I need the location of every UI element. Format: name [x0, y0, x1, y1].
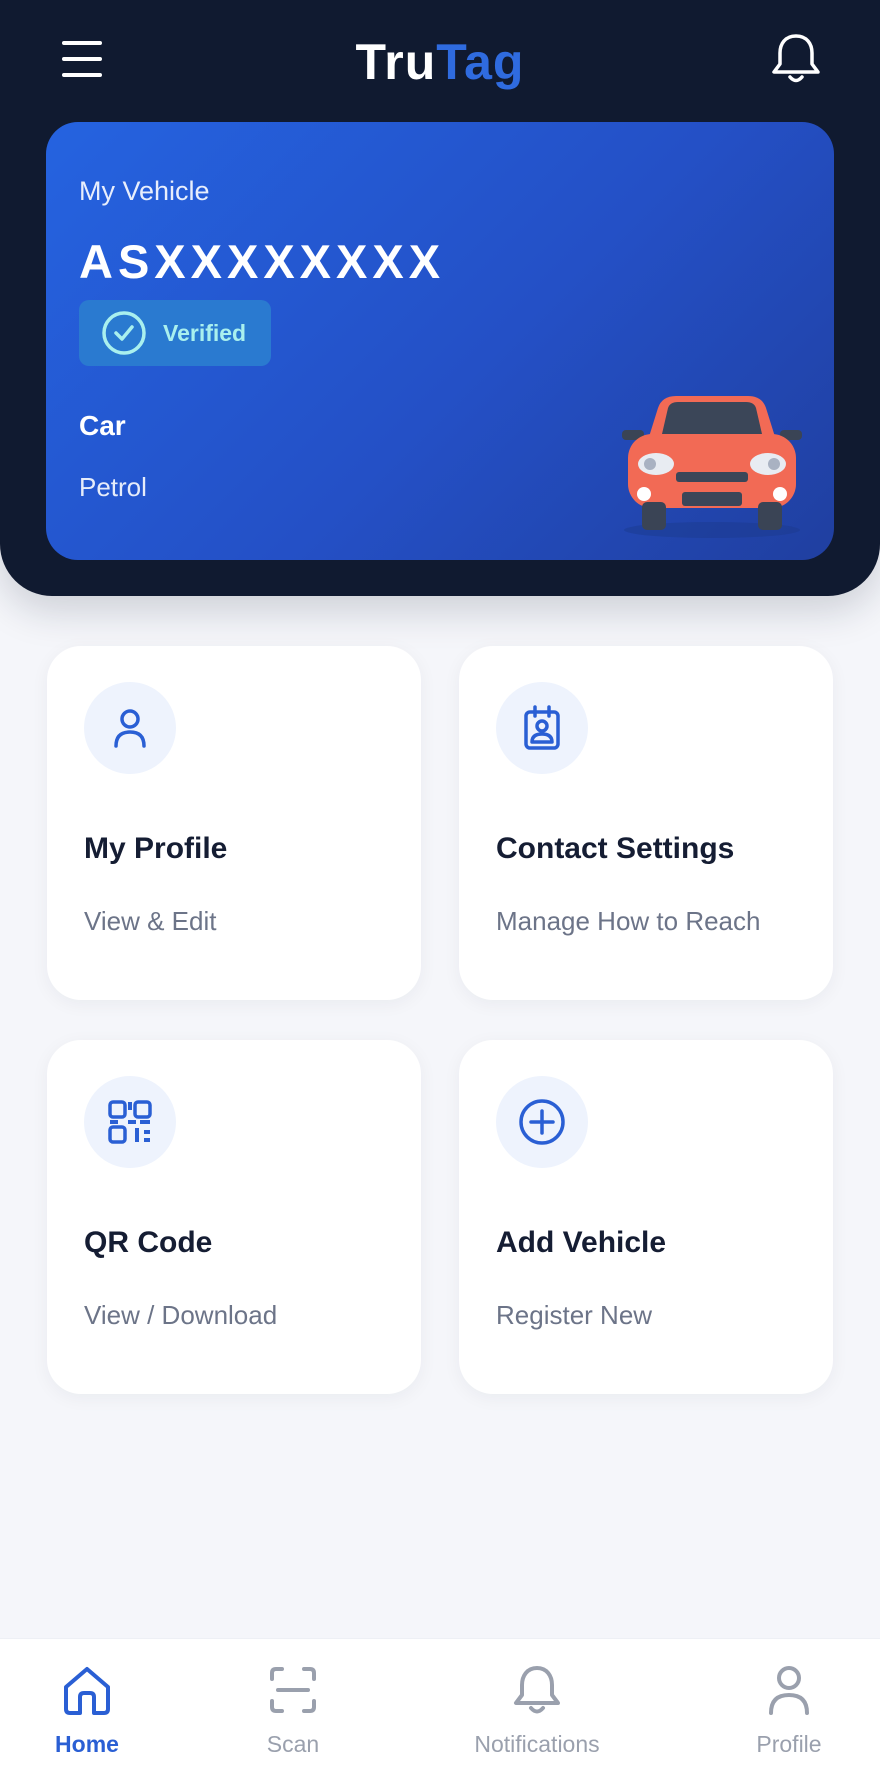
app-brand: TruTag	[0, 30, 880, 94]
verified-text: Verified	[163, 320, 247, 346]
vehicle-card[interactable]: My Vehicle ASXXXXXXXX Verified Car Petro…	[46, 122, 834, 560]
car-illustration-icon	[622, 396, 802, 538]
nav-item-scan[interactable]: Scan	[208, 1663, 378, 1773]
vehicle-label: My Vehicle	[79, 176, 210, 206]
card-title: My Profile	[84, 832, 228, 865]
top-app-bar: TruTag	[0, 0, 880, 120]
nav-item-home[interactable]: Home	[2, 1663, 172, 1773]
card-subtitle: Register New	[496, 1300, 653, 1330]
contact-card-icon	[496, 682, 588, 774]
vehicle-plate: ASXXXXXXXX	[79, 235, 446, 288]
qr-code-card[interactable]: QR Code View / Download	[47, 1040, 421, 1394]
my-profile-card[interactable]: My Profile View & Edit	[47, 646, 421, 1000]
bottom-navigation: Home Scan Notifications Profile	[0, 1638, 880, 1786]
nav-label-notifications: Notifications	[474, 1731, 600, 1757]
nav-label-profile: Profile	[756, 1731, 822, 1757]
card-title: QR Code	[84, 1226, 213, 1259]
home-icon	[64, 1667, 110, 1715]
plus-circle-icon	[496, 1076, 588, 1168]
card-subtitle: View & Edit	[84, 906, 217, 936]
card-subtitle: Manage How to Reach	[496, 906, 761, 936]
card-subtitle: View / Download	[84, 1300, 278, 1330]
contact-settings-card[interactable]: Contact Settings Manage How to Reach	[459, 646, 833, 1000]
card-title: Contact Settings	[496, 832, 735, 865]
check-circle-icon	[102, 311, 146, 355]
card-title: Add Vehicle	[496, 1226, 667, 1259]
nav-item-notifications[interactable]: Notifications	[452, 1663, 622, 1773]
user-icon	[769, 1666, 809, 1715]
vehicle-fuel: Petrol	[79, 472, 147, 502]
brand-part-tag: Tag	[436, 34, 525, 90]
header-hero: TruTag My Vehicle ASXXXXXXXX Verified Ca…	[0, 0, 880, 596]
scan-icon	[270, 1667, 316, 1713]
qr-code-icon	[84, 1076, 176, 1168]
add-vehicle-card[interactable]: Add Vehicle Register New	[459, 1040, 833, 1394]
user-icon	[84, 682, 176, 774]
bell-icon	[514, 1666, 560, 1714]
nav-label-scan: Scan	[266, 1731, 320, 1757]
brand-part-tru: Tru	[355, 34, 437, 90]
bell-icon[interactable]	[768, 30, 824, 88]
vehicle-type: Car	[79, 410, 126, 441]
nav-label-home: Home	[55, 1731, 119, 1757]
verified-badge: Verified	[79, 300, 271, 366]
nav-item-profile[interactable]: Profile	[704, 1663, 874, 1773]
